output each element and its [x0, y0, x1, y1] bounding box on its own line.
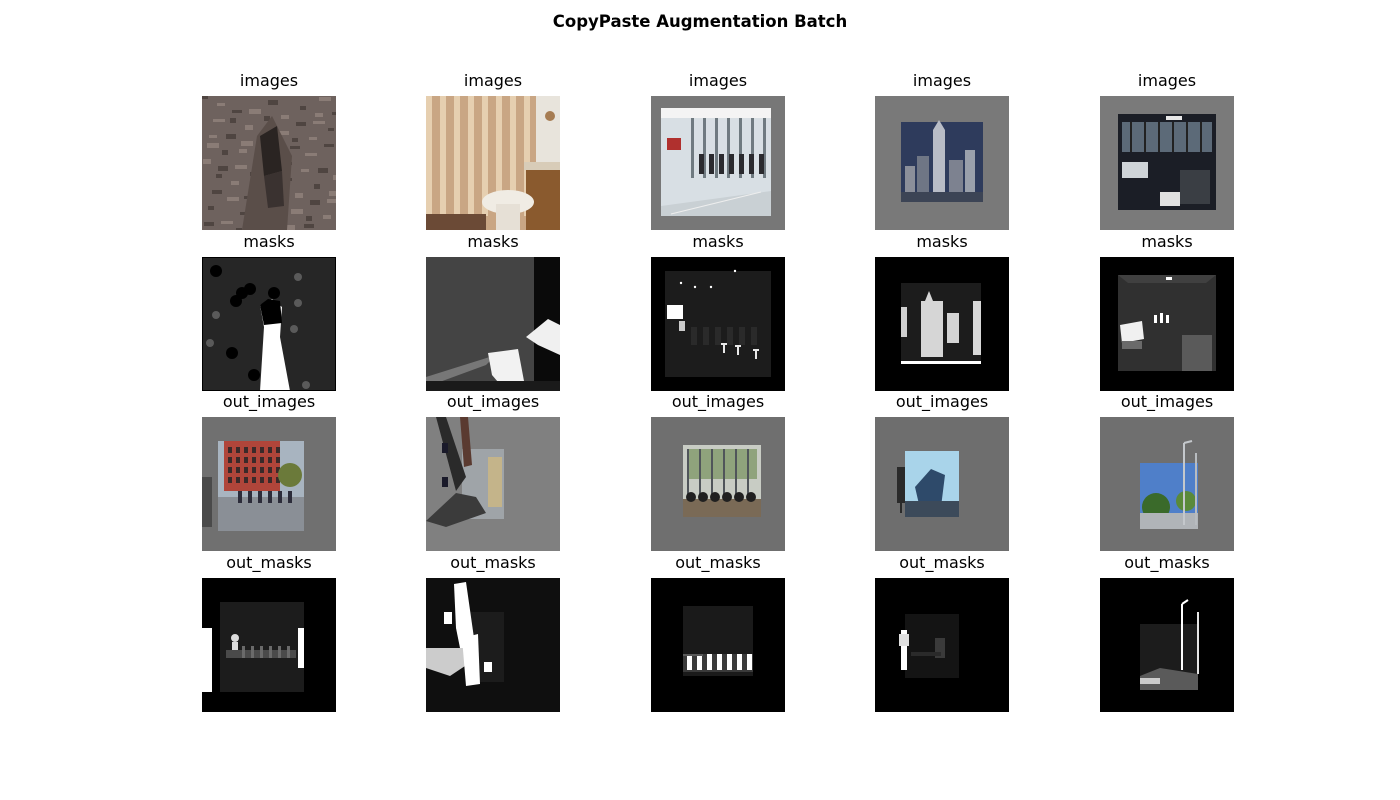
out-masks-image [426, 578, 560, 712]
panel-title: out_masks [226, 553, 312, 572]
out-images-panel-1: out_images [202, 392, 336, 551]
panel-title: images [912, 71, 972, 90]
panel-title: images [688, 71, 748, 90]
masks-panel-3: masks [651, 232, 785, 391]
panel-title: masks [467, 232, 519, 251]
out-masks-image [202, 578, 336, 712]
masks-panel-5: masks [1100, 232, 1234, 391]
out-masks-image [875, 578, 1009, 712]
images-panel-2: images [426, 71, 560, 230]
panel-title: out_masks [899, 553, 985, 572]
out-images-image [1100, 417, 1234, 551]
masks-image [651, 257, 785, 391]
masks-panel-2: masks [426, 232, 560, 391]
images-panel-4: images [875, 71, 1009, 230]
out-images-panel-3: out_images [651, 392, 785, 551]
out-images-panel-4: out_images [875, 392, 1009, 551]
images-image [651, 96, 785, 230]
masks-panel-4: masks [875, 232, 1009, 391]
panel-title: masks [1141, 232, 1193, 251]
panel-title: out_images [446, 392, 540, 411]
out-masks-panel-4: out_masks [875, 553, 1009, 712]
images-panel-3: images [651, 71, 785, 230]
images-panel-5: images [1100, 71, 1234, 230]
masks-image [202, 257, 336, 391]
masks-image [426, 257, 560, 391]
panel-title: masks [692, 232, 744, 251]
out-images-image [875, 417, 1009, 551]
out-masks-panel-1: out_masks [202, 553, 336, 712]
panel-title: out_masks [450, 553, 536, 572]
images-image [426, 96, 560, 230]
out-masks-image [651, 578, 785, 712]
panel-title: out_images [1120, 392, 1214, 411]
out-images-panel-2: out_images [426, 392, 560, 551]
out-masks-panel-5: out_masks [1100, 553, 1234, 712]
images-panel-1: images [202, 71, 336, 230]
out-images-image [651, 417, 785, 551]
panel-title: images [463, 71, 523, 90]
panel-title: out_masks [675, 553, 761, 572]
panel-title: out_masks [1124, 553, 1210, 572]
out-masks-panel-2: out_masks [426, 553, 560, 712]
out-images-image [202, 417, 336, 551]
images-image [875, 96, 1009, 230]
masks-image [875, 257, 1009, 391]
out-images-image [426, 417, 560, 551]
out-masks-image [1100, 578, 1234, 712]
images-image [202, 96, 336, 230]
panel-title: images [1137, 71, 1197, 90]
figure-title: CopyPaste Augmentation Batch [552, 12, 848, 31]
panel-title: out_images [671, 392, 765, 411]
panel-title: images [239, 71, 299, 90]
masks-image [1100, 257, 1234, 391]
panel-title: out_images [895, 392, 989, 411]
out-masks-panel-3: out_masks [651, 553, 785, 712]
images-image [1100, 96, 1234, 230]
panel-title: out_images [222, 392, 316, 411]
out-images-panel-5: out_images [1100, 392, 1234, 551]
panel-title: masks [243, 232, 295, 251]
masks-panel-1: masks [202, 232, 336, 391]
panel-title: masks [916, 232, 968, 251]
